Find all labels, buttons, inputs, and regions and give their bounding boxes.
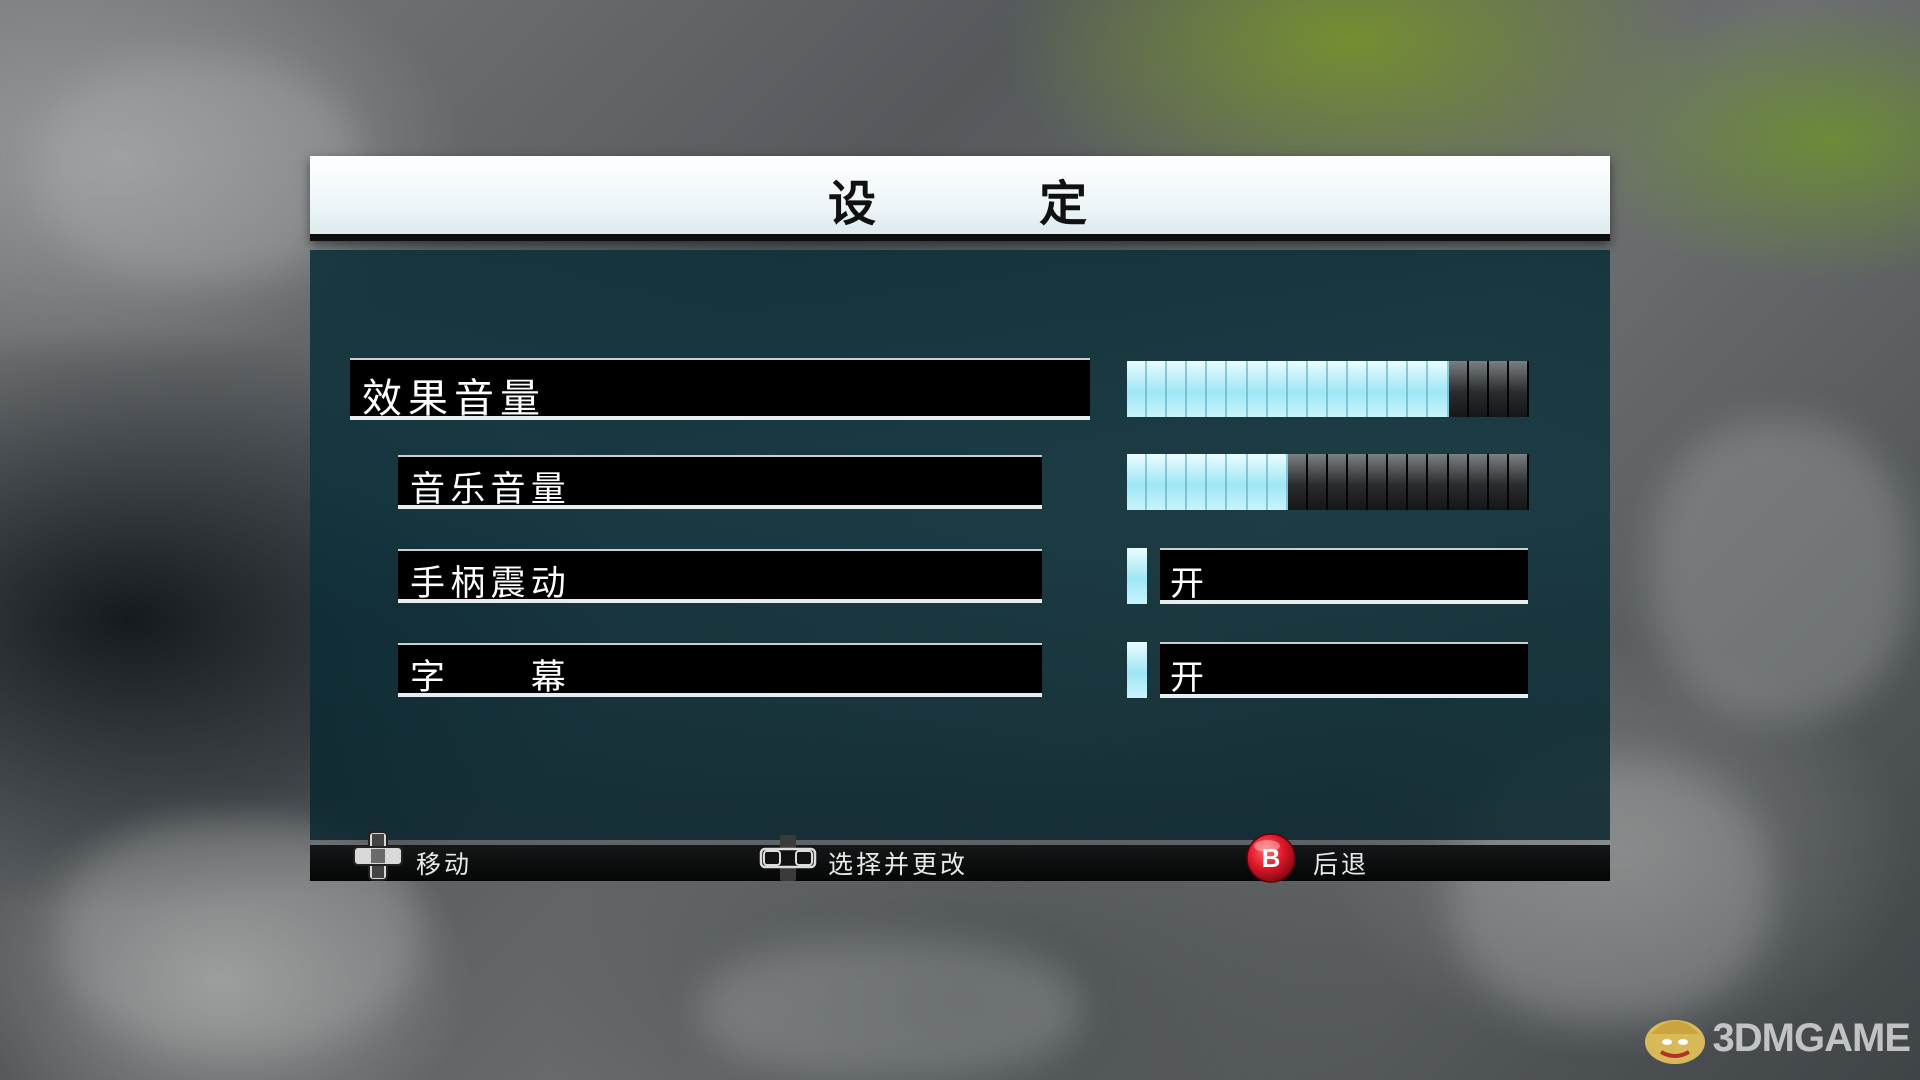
- volume-segment-empty: [1448, 454, 1469, 510]
- setting-label: 字 幕: [410, 658, 572, 698]
- volume-segment-filled: [1207, 454, 1228, 510]
- toggle-value: 开: [1170, 658, 1204, 698]
- button-hints-bar: 移动 选择并更改 B 后退: [310, 831, 1610, 883]
- volume-segment-filled: [1167, 361, 1188, 417]
- volume-segment-filled: [1147, 361, 1168, 417]
- watermark: 3DMGAME: [1637, 1004, 1911, 1072]
- setting-subtitles[interactable]: 字 幕: [398, 643, 1042, 698]
- volume-segment-filled: [1127, 454, 1148, 510]
- setting-controller-vibration[interactable]: 手柄震动: [398, 549, 1042, 604]
- hint-move-label: 移动: [416, 850, 473, 879]
- settings-panel: 设 定 效果音量 音乐音量 手柄震动 开 字 幕 开: [310, 156, 1610, 881]
- volume-segment-empty: [1508, 361, 1529, 417]
- subtitles-toggle[interactable]: 开: [1160, 642, 1528, 698]
- volume-segment-filled: [1388, 361, 1409, 417]
- settings-body: [310, 250, 1610, 840]
- volume-segment-filled: [1127, 361, 1148, 417]
- volume-segment-filled: [1187, 454, 1208, 510]
- hint-move: 移动: [350, 831, 473, 881]
- volume-segment-filled: [1368, 361, 1389, 417]
- volume-segment-filled: [1348, 361, 1369, 417]
- volume-segment-filled: [1267, 361, 1288, 417]
- volume-segment-filled: [1207, 361, 1228, 417]
- b-button-icon: B: [1245, 833, 1297, 888]
- vibration-toggle[interactable]: 开: [1160, 548, 1528, 604]
- volume-segment-empty: [1388, 454, 1409, 510]
- volume-segment-filled: [1408, 361, 1429, 417]
- volume-segment-filled: [1167, 454, 1188, 510]
- volume-segment-empty: [1348, 454, 1369, 510]
- setting-label: 手柄震动: [410, 564, 572, 604]
- music-volume-slider[interactable]: [1127, 454, 1529, 510]
- volume-segment-filled: [1327, 361, 1349, 417]
- volume-segment-empty: [1468, 454, 1489, 510]
- hint-select-change: 选择并更改: [758, 835, 969, 881]
- volume-segment-filled: [1247, 454, 1268, 510]
- volume-segment-empty: [1488, 454, 1509, 510]
- setting-effects-volume[interactable]: 效果音量: [350, 358, 1090, 422]
- hint-select-change-label: 选择并更改: [828, 850, 969, 879]
- vibration-indicator: [1127, 548, 1147, 604]
- volume-segment-filled: [1227, 361, 1248, 417]
- volume-segment-empty: [1408, 454, 1429, 510]
- dpad-icon: [350, 831, 406, 888]
- subtitles-indicator: [1127, 642, 1147, 698]
- setting-label: 效果音量: [362, 376, 546, 422]
- volume-segment-filled: [1247, 361, 1268, 417]
- toggle-value: 开: [1170, 564, 1204, 604]
- volume-segment-empty: [1428, 454, 1449, 510]
- hint-back: B 后退: [1245, 833, 1370, 883]
- volume-segment-filled: [1227, 454, 1248, 510]
- volume-segment-empty: [1448, 361, 1469, 417]
- volume-segment-filled: [1267, 454, 1288, 510]
- volume-segment-filled: [1287, 361, 1308, 417]
- b-button-letter: B: [1262, 843, 1281, 873]
- volume-segment-empty: [1508, 454, 1529, 510]
- volume-segment-filled: [1187, 361, 1208, 417]
- page-title: 设 定: [827, 176, 1092, 232]
- volume-segment-empty: [1468, 361, 1489, 417]
- volume-segment-empty: [1488, 361, 1509, 417]
- watermark-text: 3DMGAME: [1712, 1015, 1911, 1060]
- setting-music-volume[interactable]: 音乐音量: [398, 455, 1042, 510]
- dpad-horizontal-icon: [758, 835, 818, 887]
- volume-segment-filled: [1307, 361, 1328, 417]
- volume-segment-filled: [1428, 361, 1449, 417]
- effects-volume-slider[interactable]: [1127, 361, 1529, 417]
- volume-segment-empty: [1368, 454, 1389, 510]
- hint-back-label: 后退: [1313, 850, 1370, 879]
- volume-segment-empty: [1307, 454, 1328, 510]
- watermark-mascot-icon: [1637, 1004, 1713, 1072]
- setting-label: 音乐音量: [410, 470, 572, 510]
- volume-segment-empty: [1287, 454, 1308, 510]
- title-bar: 设 定: [310, 156, 1610, 241]
- volume-segment-filled: [1147, 454, 1168, 510]
- volume-segment-empty: [1327, 454, 1349, 510]
